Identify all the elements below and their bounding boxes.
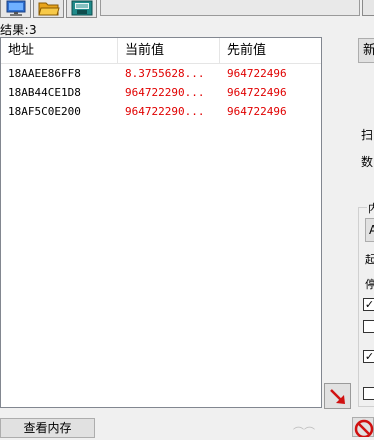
option-checkbox[interactable]: ✓ [363,350,374,363]
start-address-label: 起 [365,253,374,266]
resize-grip-icon: ⌒⌒ [293,426,315,439]
address-cell: 18AB44CE1D8 [8,86,81,99]
arrow-down-right-icon [330,389,345,404]
save-icon [71,0,93,16]
folder-open-icon [38,2,60,16]
view-memory-button[interactable]: 查看内存 [0,418,95,438]
table-header: 地址 当前值 先前值 [1,38,321,64]
result-count: 结果:3 [0,23,37,37]
select-process-button[interactable] [0,0,31,18]
open-file-button[interactable] [33,0,64,18]
stop-address-label: 停 [365,278,374,291]
results-table[interactable]: 地址 当前值 先前值 18AAEE86FF8 8.3755628... 9647… [0,37,322,408]
previous-value-cell: 964722496 [227,67,287,80]
current-value-cell: 8.3755628... [125,67,205,80]
scan-type-label: 扫 [361,128,374,142]
column-header-previous-value[interactable]: 先前值 [220,38,321,63]
table-row[interactable]: 18AF5C0E200 964722290... 964722496 [1,102,321,121]
computer-icon [6,0,26,16]
option-checkbox[interactable] [363,320,374,333]
address-cell: 18AF5C0E200 [8,105,81,118]
settings-button[interactable] [362,0,374,16]
clear-list-button[interactable] [352,417,374,437]
current-value-cell: 964722290... [125,105,205,118]
value-type-label: 数 [361,155,374,169]
memory-region-button[interactable]: A [365,218,374,242]
first-scan-button[interactable]: 新 [358,38,374,63]
add-to-list-button[interactable] [324,383,351,409]
option-checkbox[interactable] [363,387,374,400]
option-checkbox[interactable]: ✓ [363,298,374,311]
column-header-address[interactable]: 地址 [1,38,118,63]
address-cell: 18AAEE86FF8 [8,67,81,80]
previous-value-cell: 964722496 [227,105,287,118]
previous-value-cell: 964722496 [227,86,287,99]
save-button[interactable] [66,0,97,18]
scan-progress-bar [100,0,360,16]
no-entry-icon [354,419,374,437]
column-header-current-value[interactable]: 当前值 [118,38,220,63]
memory-options-title: 内 [367,200,374,216]
current-value-cell: 964722290... [125,86,205,99]
table-row[interactable]: 18AB44CE1D8 964722290... 964722496 [1,83,321,102]
table-row[interactable]: 18AAEE86FF8 8.3755628... 964722496 [1,64,321,83]
